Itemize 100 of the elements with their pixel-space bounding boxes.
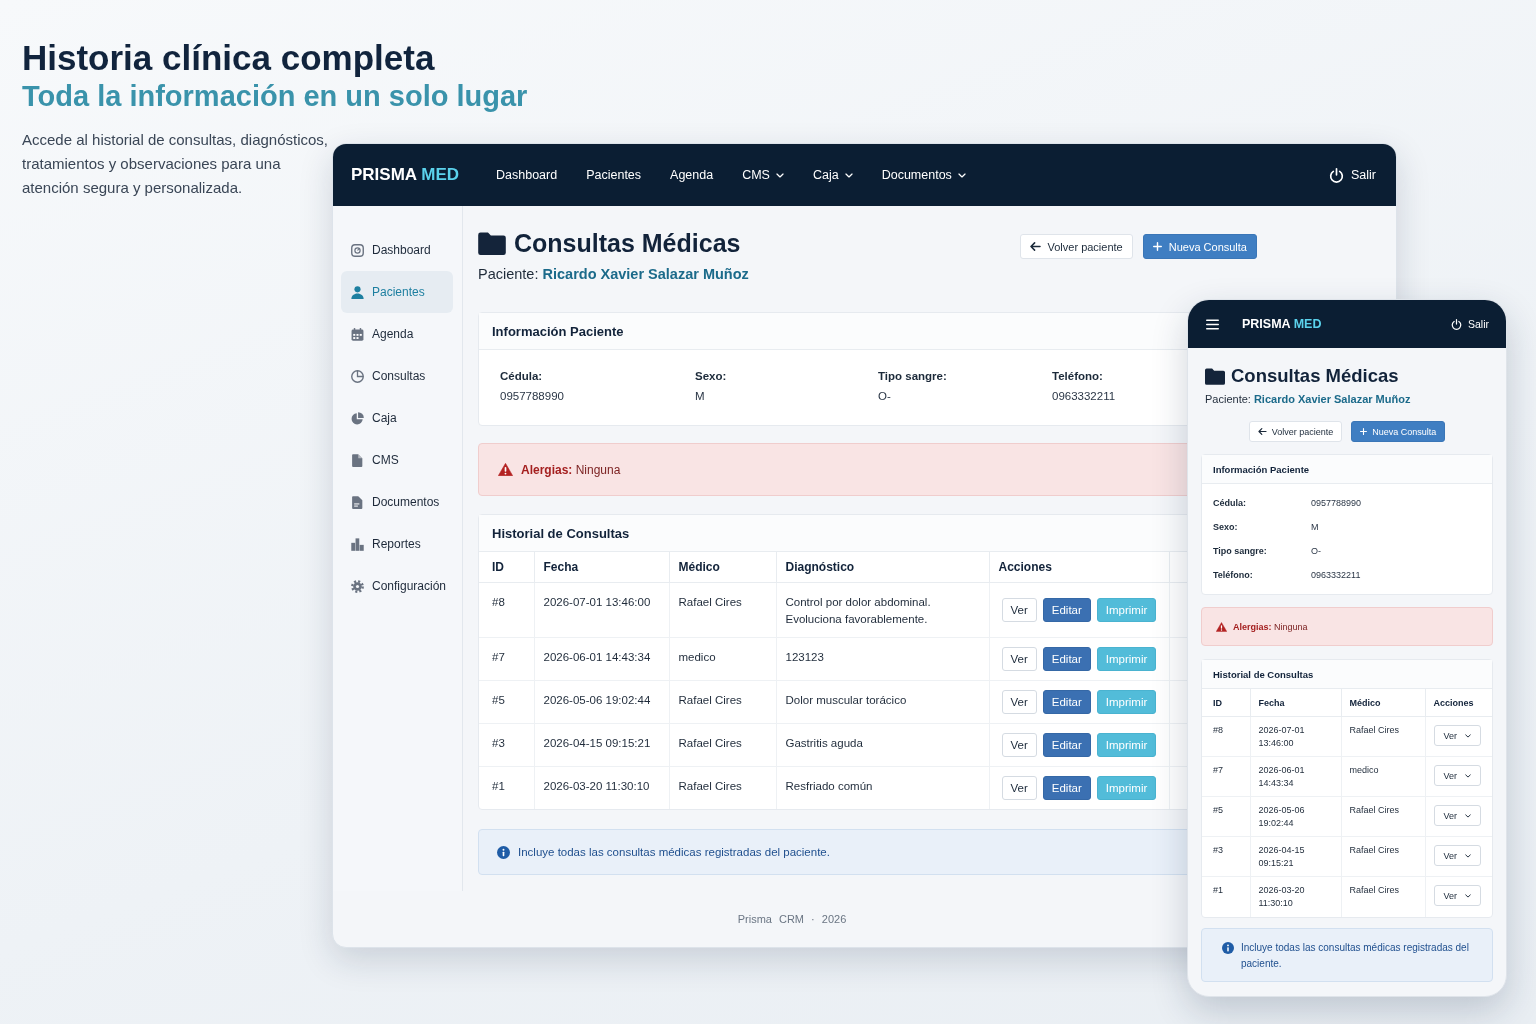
arrow-left-icon — [1029, 242, 1041, 251]
card-title: Información Paciente — [1213, 463, 1310, 475]
consult-date: 2026-03-20 11:30:10 — [1250, 876, 1341, 917]
field-label: Tipo sangre: — [1213, 546, 1268, 556]
info-text: Incluye todas las consultas médicas registradas del paciente. — [1241, 940, 1470, 971]
view-dropdown-button[interactable]: Ver — [1433, 885, 1481, 906]
nav-link[interactable]: Agenda — [670, 168, 714, 182]
new-consult-button[interactable]: Nueva Consulta — [1351, 421, 1446, 442]
doctor-name: Rafael Cires — [1341, 836, 1425, 877]
caret-icon — [1465, 813, 1471, 818]
view-button[interactable]: Ver — [1001, 776, 1037, 800]
field-value: M — [695, 389, 705, 404]
diagnosis-text: 123123 — [776, 637, 989, 681]
logout-link[interactable]: Salir — [1451, 318, 1489, 330]
consult-date: 2026-04-15 09:15:21 — [534, 723, 669, 767]
patient-line: Paciente: Ricardo Xavier Salazar Muñoz — [1205, 392, 1411, 407]
field-value: 0963332211 — [1052, 389, 1116, 404]
menu-icon[interactable] — [1206, 318, 1219, 330]
allergy-text: Alergias: Ninguna — [521, 462, 621, 477]
doctor-name: Rafael Cires — [669, 766, 776, 809]
diagnosis-text: Dolor muscular torácico — [776, 680, 989, 724]
view-button[interactable]: Ver — [1001, 733, 1037, 757]
allergy-text: Alergias: Ninguna — [1233, 621, 1308, 632]
user-icon — [351, 285, 364, 299]
nav-link[interactable]: Caja — [812, 168, 853, 182]
sidebar-item[interactable]: Documentos — [341, 481, 453, 523]
pie-chart-icon — [351, 411, 364, 425]
sidebar-item[interactable]: Agenda — [341, 313, 453, 355]
warning-icon — [498, 463, 513, 476]
card-title: Información Paciente — [492, 323, 624, 339]
column-header: Acciones — [1425, 689, 1492, 717]
back-button[interactable]: Volver paciente — [1019, 234, 1133, 259]
consult-id: #3 — [479, 723, 534, 767]
doctor-name: medico — [669, 637, 776, 681]
field-value: O- — [878, 389, 891, 404]
gauge-icon — [351, 243, 364, 257]
view-dropdown-button[interactable]: Ver — [1433, 765, 1481, 786]
sidebar-item[interactable]: Dashboard — [341, 229, 453, 271]
field-label: Cédula: — [500, 369, 543, 384]
arrow-left-icon — [1257, 428, 1267, 435]
doctor-name: Rafael Cires — [669, 680, 776, 724]
view-button[interactable]: Ver — [1001, 598, 1037, 622]
caret-icon — [844, 172, 853, 178]
patient-line: Paciente: Ricardo Xavier Salazar Muñoz — [478, 265, 749, 284]
consult-id: #1 — [479, 766, 534, 809]
footer-text: Prisma CRM · 2026 — [737, 913, 847, 925]
folder-icon — [1205, 367, 1225, 385]
page-title: Consultas Médicas — [514, 228, 741, 259]
view-button[interactable]: Ver — [1001, 647, 1037, 671]
document-icon — [351, 495, 364, 509]
consult-id: #8 — [1202, 716, 1250, 757]
bar-chart-icon — [351, 537, 364, 551]
nav-link[interactable]: Pacientes — [586, 168, 642, 182]
consult-id: #1 — [1202, 876, 1250, 917]
view-dropdown-button[interactable]: Ver — [1433, 805, 1481, 826]
hero-title: Historia clínica completa — [22, 38, 435, 78]
view-button[interactable]: Ver — [1001, 690, 1037, 714]
sidebar-item[interactable]: Caja — [341, 397, 453, 439]
sidebar-item[interactable]: CMS — [341, 439, 453, 481]
edit-button[interactable]: Editar — [1042, 776, 1091, 800]
consult-date: 2026-03-20 11:30:10 — [534, 766, 669, 809]
sidebar-item[interactable]: Consultas — [341, 355, 453, 397]
power-icon — [1451, 318, 1462, 330]
doctor-name: medico — [1341, 756, 1425, 797]
diagnosis-text: Control por dolor abdominal. Evoluciona favorablemente. — [776, 582, 989, 638]
pie-chart-icon — [351, 369, 364, 383]
edit-button[interactable]: Editar — [1042, 733, 1091, 757]
nav-link[interactable]: Documentos — [881, 168, 966, 182]
edit-button[interactable]: Editar — [1042, 598, 1091, 622]
sidebar-item[interactable]: Pacientes — [341, 271, 453, 313]
edit-button[interactable]: Editar — [1042, 647, 1091, 671]
consult-date: 2026-07-01 13:46:00 — [1250, 716, 1341, 757]
info-text: Incluye todas las consultas médicas registradas del paciente. — [518, 846, 830, 858]
back-button[interactable]: Volver paciente — [1248, 421, 1343, 442]
nav-link[interactable]: Dashboard — [496, 168, 558, 182]
hero-description: Accede al historial de consultas, diagnósticos, tratamientos y observaciones para una atención segura y personalizada. — [22, 130, 328, 198]
column-header: ID — [1202, 689, 1250, 717]
logout-link[interactable]: Salir — [1329, 167, 1376, 183]
brand-logo[interactable]: PRISMA MED — [351, 165, 459, 185]
consult-date: 2026-04-15 09:15:21 — [1250, 836, 1341, 877]
sidebar-item[interactable]: Configuración — [341, 565, 453, 607]
consult-date: 2026-05-06 19:02:44 — [1250, 796, 1341, 837]
view-dropdown-button[interactable]: Ver — [1433, 725, 1481, 746]
edit-button[interactable]: Editar — [1042, 690, 1091, 714]
column-header: Fecha — [534, 552, 669, 583]
nav-link[interactable]: CMS — [742, 168, 784, 182]
consult-id: #7 — [1202, 756, 1250, 797]
doctor-name: Rafael Cires — [669, 723, 776, 767]
page-title: Consultas Médicas — [1231, 364, 1399, 388]
brand-logo[interactable]: PRISMA MED — [1242, 317, 1322, 331]
new-consult-button[interactable]: Nueva Consulta — [1142, 234, 1257, 259]
consult-id: #5 — [1202, 796, 1250, 837]
field-value: O- — [1311, 546, 1321, 556]
consult-id: #5 — [479, 680, 534, 724]
view-dropdown-button[interactable]: Ver — [1433, 845, 1481, 866]
sidebar-item[interactable]: Reportes — [341, 523, 453, 565]
settings-icon — [351, 579, 364, 593]
column-header: Médico — [1341, 689, 1425, 717]
warning-icon — [1216, 621, 1227, 632]
power-icon — [1329, 167, 1344, 183]
